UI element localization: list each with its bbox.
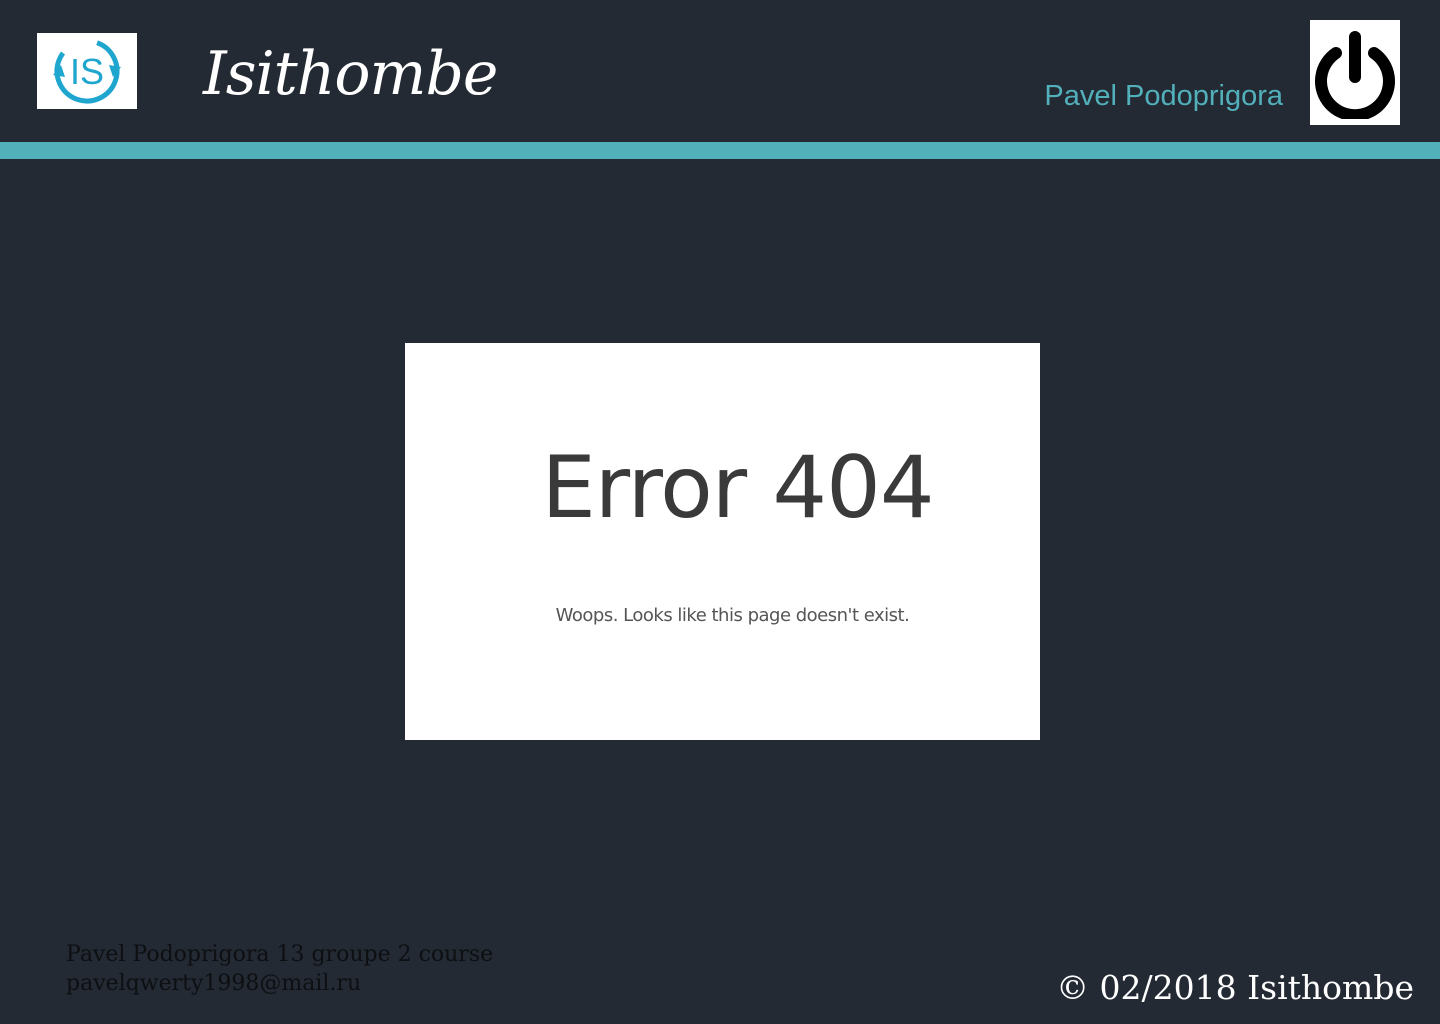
accent-bar (0, 142, 1440, 159)
svg-text:IS: IS (70, 51, 104, 92)
footer-email[interactable]: pavelqwerty1998@mail.ru (66, 969, 493, 998)
footer-copyright: © 02/2018 Isithombe (1056, 968, 1414, 1007)
user-name-link[interactable]: Pavel Podoprigora (1044, 78, 1283, 114)
header: IS Isithombe Pavel Podoprigora (0, 0, 1440, 142)
footer-author: Pavel Podoprigora 13 groupe 2 course (66, 942, 494, 967)
error-title: Error 404 (541, 438, 934, 538)
site-title: Isithombe (203, 39, 498, 109)
error-card: Error 404 Woops. Looks like this page do… (405, 343, 1040, 740)
footer-info: Pavel Podoprigora 13 groupe 2 course pav… (66, 940, 493, 998)
logo[interactable]: IS (37, 33, 137, 109)
power-icon (1315, 30, 1395, 119)
logout-button[interactable] (1310, 20, 1400, 125)
error-message: Woops. Looks like this page doesn't exis… (555, 605, 910, 626)
isithombe-logo-icon: IS (53, 38, 121, 104)
